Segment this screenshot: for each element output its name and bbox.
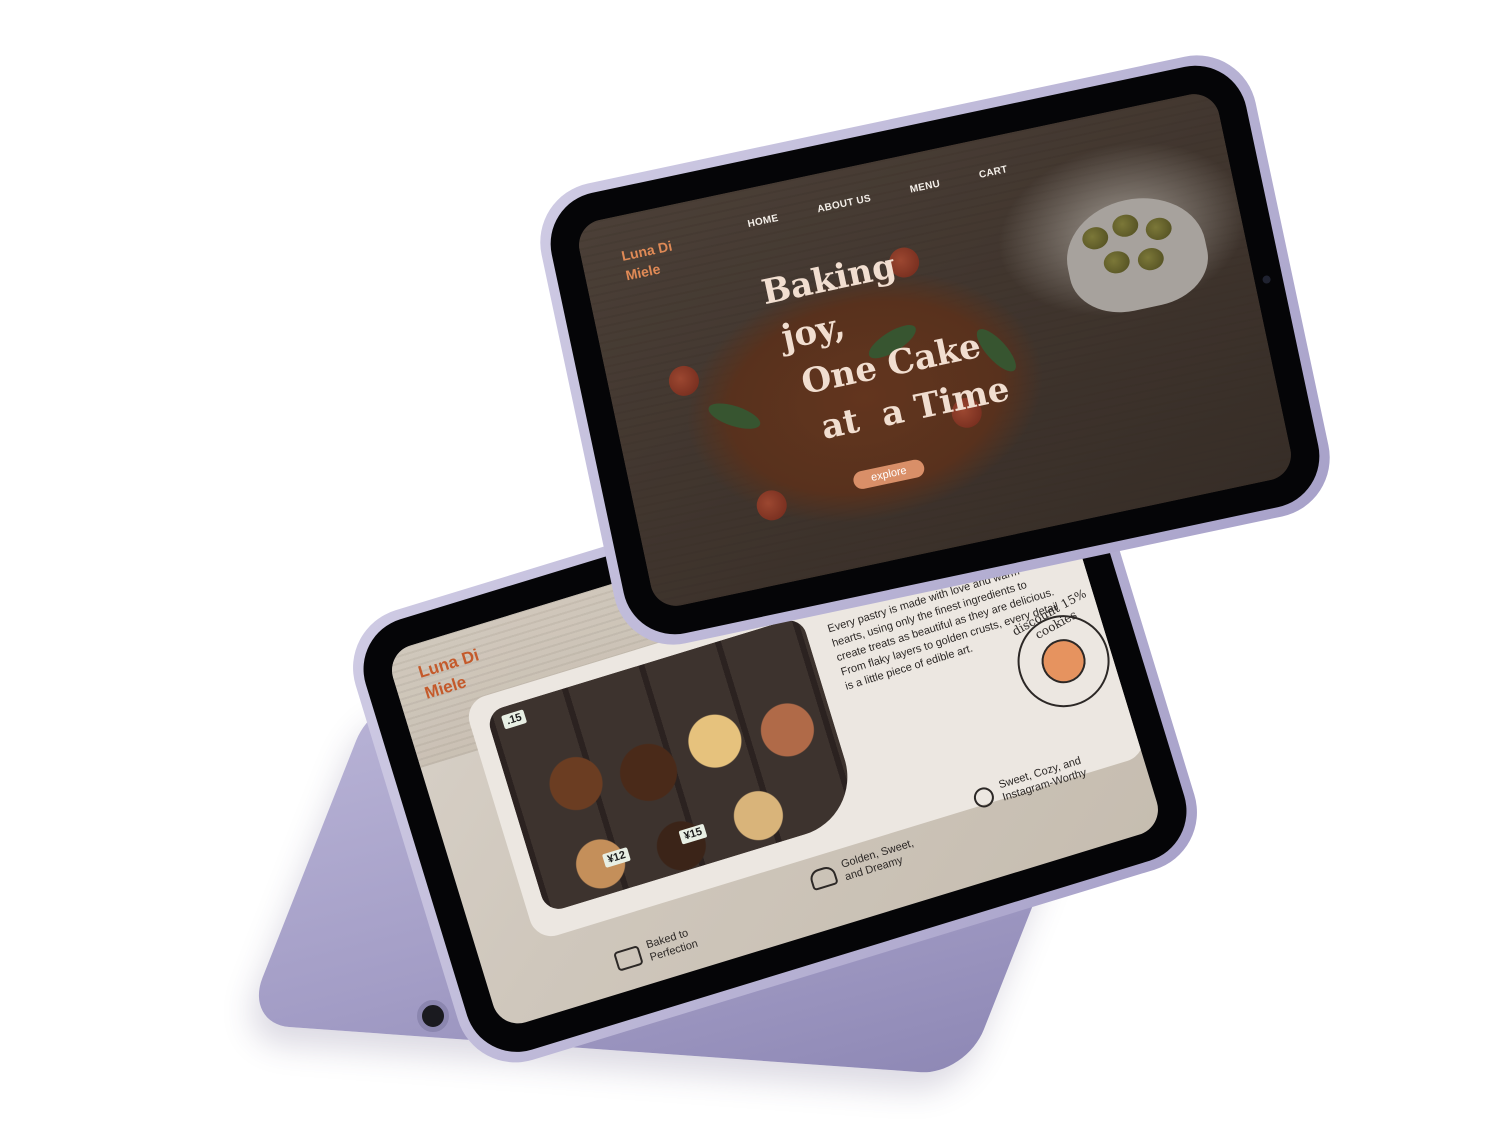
tablet-hero: Luna Di Miele HOME ABOUT US MENU CART Ba… xyxy=(529,44,1341,656)
price-tag: ¥12 xyxy=(601,846,632,868)
camera-icon xyxy=(417,1000,449,1032)
tablet-bezel: Luna Di Miele HOME ABOUT US MENU CART Ba… xyxy=(540,56,1330,644)
feature-label: Baked to Perfection xyxy=(644,927,700,964)
oven-icon xyxy=(613,945,644,972)
cookie-icon xyxy=(1036,633,1092,689)
feature-baked: Baked to Perfection xyxy=(612,916,729,974)
price-tag: ¥15 xyxy=(678,823,708,845)
front-camera-icon xyxy=(1261,274,1272,285)
price-tag: .15 xyxy=(501,709,528,730)
heart-icon xyxy=(971,784,997,810)
bread-icon xyxy=(808,864,839,892)
hero-screen: Luna Di Miele HOME ABOUT US MENU CART Ba… xyxy=(574,89,1296,611)
